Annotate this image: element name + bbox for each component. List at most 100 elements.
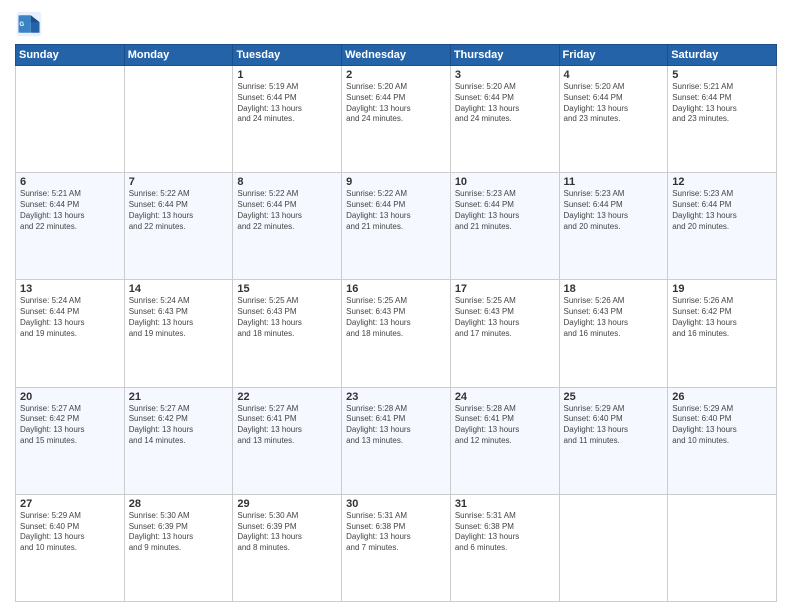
day-info: Sunrise: 5:22 AM Sunset: 6:44 PM Dayligh… — [237, 189, 337, 232]
day-info: Sunrise: 5:29 AM Sunset: 6:40 PM Dayligh… — [20, 511, 120, 554]
calendar-cell: 19Sunrise: 5:26 AM Sunset: 6:42 PM Dayli… — [668, 280, 777, 387]
calendar-cell — [559, 494, 668, 601]
logo: G — [15, 10, 47, 38]
day-info: Sunrise: 5:26 AM Sunset: 6:42 PM Dayligh… — [672, 296, 772, 339]
calendar-cell: 22Sunrise: 5:27 AM Sunset: 6:41 PM Dayli… — [233, 387, 342, 494]
calendar-cell: 11Sunrise: 5:23 AM Sunset: 6:44 PM Dayli… — [559, 173, 668, 280]
day-info: Sunrise: 5:30 AM Sunset: 6:39 PM Dayligh… — [237, 511, 337, 554]
week-row-5: 27Sunrise: 5:29 AM Sunset: 6:40 PM Dayli… — [16, 494, 777, 601]
calendar-cell: 25Sunrise: 5:29 AM Sunset: 6:40 PM Dayli… — [559, 387, 668, 494]
day-number: 15 — [237, 283, 337, 295]
day-number: 16 — [346, 283, 446, 295]
day-number: 27 — [20, 498, 120, 510]
day-number: 3 — [455, 69, 555, 81]
day-number: 21 — [129, 391, 229, 403]
calendar-cell: 16Sunrise: 5:25 AM Sunset: 6:43 PM Dayli… — [342, 280, 451, 387]
calendar-cell: 29Sunrise: 5:30 AM Sunset: 6:39 PM Dayli… — [233, 494, 342, 601]
calendar-cell: 14Sunrise: 5:24 AM Sunset: 6:43 PM Dayli… — [124, 280, 233, 387]
calendar-cell: 3Sunrise: 5:20 AM Sunset: 6:44 PM Daylig… — [450, 66, 559, 173]
day-number: 4 — [564, 69, 664, 81]
calendar-cell: 18Sunrise: 5:26 AM Sunset: 6:43 PM Dayli… — [559, 280, 668, 387]
day-number: 26 — [672, 391, 772, 403]
day-info: Sunrise: 5:20 AM Sunset: 6:44 PM Dayligh… — [455, 82, 555, 125]
day-number: 11 — [564, 176, 664, 188]
calendar-cell: 1Sunrise: 5:19 AM Sunset: 6:44 PM Daylig… — [233, 66, 342, 173]
weekday-header-saturday: Saturday — [668, 45, 777, 66]
day-info: Sunrise: 5:24 AM Sunset: 6:43 PM Dayligh… — [129, 296, 229, 339]
calendar-cell: 20Sunrise: 5:27 AM Sunset: 6:42 PM Dayli… — [16, 387, 125, 494]
day-number: 9 — [346, 176, 446, 188]
weekday-header-thursday: Thursday — [450, 45, 559, 66]
day-info: Sunrise: 5:21 AM Sunset: 6:44 PM Dayligh… — [20, 189, 120, 232]
day-info: Sunrise: 5:27 AM Sunset: 6:42 PM Dayligh… — [20, 404, 120, 447]
calendar-table: SundayMondayTuesdayWednesdayThursdayFrid… — [15, 44, 777, 602]
day-info: Sunrise: 5:20 AM Sunset: 6:44 PM Dayligh… — [346, 82, 446, 125]
calendar-cell: 8Sunrise: 5:22 AM Sunset: 6:44 PM Daylig… — [233, 173, 342, 280]
day-number: 14 — [129, 283, 229, 295]
weekday-header-row: SundayMondayTuesdayWednesdayThursdayFrid… — [16, 45, 777, 66]
day-number: 2 — [346, 69, 446, 81]
day-info: Sunrise: 5:27 AM Sunset: 6:42 PM Dayligh… — [129, 404, 229, 447]
weekday-header-tuesday: Tuesday — [233, 45, 342, 66]
svg-text:G: G — [19, 21, 24, 28]
day-number: 13 — [20, 283, 120, 295]
week-row-2: 6Sunrise: 5:21 AM Sunset: 6:44 PM Daylig… — [16, 173, 777, 280]
day-number: 18 — [564, 283, 664, 295]
day-info: Sunrise: 5:28 AM Sunset: 6:41 PM Dayligh… — [455, 404, 555, 447]
day-info: Sunrise: 5:26 AM Sunset: 6:43 PM Dayligh… — [564, 296, 664, 339]
day-info: Sunrise: 5:21 AM Sunset: 6:44 PM Dayligh… — [672, 82, 772, 125]
day-info: Sunrise: 5:31 AM Sunset: 6:38 PM Dayligh… — [346, 511, 446, 554]
page: G SundayMondayTuesdayWednesdayThursdayFr… — [0, 0, 792, 612]
day-info: Sunrise: 5:25 AM Sunset: 6:43 PM Dayligh… — [346, 296, 446, 339]
calendar-cell — [668, 494, 777, 601]
calendar-cell: 23Sunrise: 5:28 AM Sunset: 6:41 PM Dayli… — [342, 387, 451, 494]
day-number: 1 — [237, 69, 337, 81]
day-info: Sunrise: 5:25 AM Sunset: 6:43 PM Dayligh… — [455, 296, 555, 339]
day-number: 8 — [237, 176, 337, 188]
week-row-3: 13Sunrise: 5:24 AM Sunset: 6:44 PM Dayli… — [16, 280, 777, 387]
day-number: 28 — [129, 498, 229, 510]
day-info: Sunrise: 5:28 AM Sunset: 6:41 PM Dayligh… — [346, 404, 446, 447]
calendar-cell: 12Sunrise: 5:23 AM Sunset: 6:44 PM Dayli… — [668, 173, 777, 280]
calendar-cell: 31Sunrise: 5:31 AM Sunset: 6:38 PM Dayli… — [450, 494, 559, 601]
day-info: Sunrise: 5:29 AM Sunset: 6:40 PM Dayligh… — [672, 404, 772, 447]
calendar-cell: 2Sunrise: 5:20 AM Sunset: 6:44 PM Daylig… — [342, 66, 451, 173]
calendar-cell: 26Sunrise: 5:29 AM Sunset: 6:40 PM Dayli… — [668, 387, 777, 494]
calendar-cell: 24Sunrise: 5:28 AM Sunset: 6:41 PM Dayli… — [450, 387, 559, 494]
calendar-cell — [124, 66, 233, 173]
day-info: Sunrise: 5:23 AM Sunset: 6:44 PM Dayligh… — [672, 189, 772, 232]
day-number: 5 — [672, 69, 772, 81]
day-number: 20 — [20, 391, 120, 403]
day-number: 31 — [455, 498, 555, 510]
day-number: 29 — [237, 498, 337, 510]
weekday-header-friday: Friday — [559, 45, 668, 66]
day-info: Sunrise: 5:25 AM Sunset: 6:43 PM Dayligh… — [237, 296, 337, 339]
day-number: 23 — [346, 391, 446, 403]
day-number: 30 — [346, 498, 446, 510]
calendar-cell: 27Sunrise: 5:29 AM Sunset: 6:40 PM Dayli… — [16, 494, 125, 601]
calendar-cell: 28Sunrise: 5:30 AM Sunset: 6:39 PM Dayli… — [124, 494, 233, 601]
calendar-cell: 9Sunrise: 5:22 AM Sunset: 6:44 PM Daylig… — [342, 173, 451, 280]
week-row-1: 1Sunrise: 5:19 AM Sunset: 6:44 PM Daylig… — [16, 66, 777, 173]
calendar-cell: 10Sunrise: 5:23 AM Sunset: 6:44 PM Dayli… — [450, 173, 559, 280]
calendar-cell: 30Sunrise: 5:31 AM Sunset: 6:38 PM Dayli… — [342, 494, 451, 601]
logo-icon: G — [15, 10, 43, 38]
header: G — [15, 10, 777, 38]
day-info: Sunrise: 5:30 AM Sunset: 6:39 PM Dayligh… — [129, 511, 229, 554]
day-info: Sunrise: 5:19 AM Sunset: 6:44 PM Dayligh… — [237, 82, 337, 125]
day-info: Sunrise: 5:22 AM Sunset: 6:44 PM Dayligh… — [129, 189, 229, 232]
day-number: 22 — [237, 391, 337, 403]
calendar-cell: 15Sunrise: 5:25 AM Sunset: 6:43 PM Dayli… — [233, 280, 342, 387]
calendar-cell — [16, 66, 125, 173]
day-number: 6 — [20, 176, 120, 188]
weekday-header-sunday: Sunday — [16, 45, 125, 66]
calendar-cell: 6Sunrise: 5:21 AM Sunset: 6:44 PM Daylig… — [16, 173, 125, 280]
day-number: 12 — [672, 176, 772, 188]
calendar-cell: 13Sunrise: 5:24 AM Sunset: 6:44 PM Dayli… — [16, 280, 125, 387]
calendar-cell: 17Sunrise: 5:25 AM Sunset: 6:43 PM Dayli… — [450, 280, 559, 387]
weekday-header-wednesday: Wednesday — [342, 45, 451, 66]
weekday-header-monday: Monday — [124, 45, 233, 66]
week-row-4: 20Sunrise: 5:27 AM Sunset: 6:42 PM Dayli… — [16, 387, 777, 494]
day-info: Sunrise: 5:31 AM Sunset: 6:38 PM Dayligh… — [455, 511, 555, 554]
day-info: Sunrise: 5:20 AM Sunset: 6:44 PM Dayligh… — [564, 82, 664, 125]
